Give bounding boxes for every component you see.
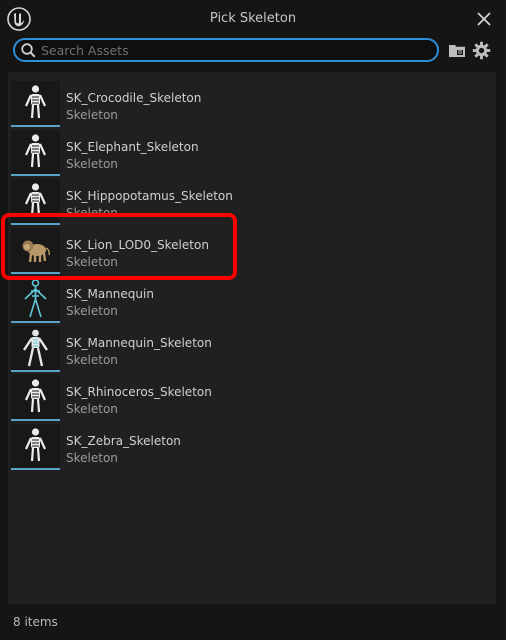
asset-type: Skeleton bbox=[66, 304, 118, 318]
skeleton-figure-icon bbox=[24, 379, 47, 413]
asset-type: Skeleton bbox=[66, 157, 118, 171]
asset-row-sk-lion-lod0-skeleton[interactable]: SK_Lion_LOD0_Skeleton Skeleton bbox=[8, 225, 496, 274]
asset-thumbnail bbox=[11, 375, 60, 421]
window-title: Pick Skeleton bbox=[209, 11, 297, 26]
asset-name: SK_Rhinoceros_Skeleton bbox=[66, 385, 212, 399]
asset-thumbnail bbox=[11, 179, 60, 225]
close-icon[interactable] bbox=[476, 11, 492, 27]
asset-row-sk-hippopotamus-skeleton[interactable]: SK_Hippopotamus_Skeleton Skeleton bbox=[8, 176, 496, 225]
search-icon bbox=[21, 43, 36, 58]
asset-type: Skeleton bbox=[66, 108, 118, 122]
asset-name: SK_Mannequin bbox=[66, 287, 154, 301]
gear-icon[interactable] bbox=[472, 41, 491, 60]
folder-filter-icon[interactable] bbox=[448, 43, 466, 58]
item-count: 8 items bbox=[13, 615, 58, 629]
asset-name: SK_Elephant_Skeleton bbox=[66, 140, 199, 154]
asset-name: SK_Hippopotamus_Skeleton bbox=[66, 189, 233, 203]
asset-row-sk-zebra-skeleton[interactable]: SK_Zebra_Skeleton Skeleton bbox=[8, 421, 496, 470]
title-bar: Pick Skeleton bbox=[0, 0, 506, 38]
skeleton-figure-icon bbox=[24, 183, 47, 217]
asset-thumbnail bbox=[11, 326, 60, 372]
asset-thumbnail bbox=[11, 130, 60, 176]
skeleton-figure-icon bbox=[24, 85, 47, 119]
asset-list: SK_Crocodile_Skeleton Skeleton SK_Elepha… bbox=[8, 72, 496, 604]
mannequin-wireframe-preview bbox=[24, 279, 47, 318]
asset-row-sk-elephant-skeleton[interactable]: SK_Elephant_Skeleton Skeleton bbox=[8, 127, 496, 176]
asset-type: Skeleton bbox=[66, 206, 118, 220]
asset-type: Skeleton bbox=[66, 402, 118, 416]
pick-skeleton-dialog: Pick Skeleton Search Assets SK_Crocodile… bbox=[0, 0, 506, 640]
search-input[interactable] bbox=[41, 41, 421, 59]
asset-thumbnail bbox=[11, 277, 60, 323]
asset-name: SK_Lion_LOD0_Skeleton bbox=[66, 238, 209, 252]
mannequin-model-preview bbox=[23, 329, 48, 367]
asset-name: SK_Crocodile_Skeleton bbox=[66, 91, 202, 105]
skeleton-figure-icon bbox=[24, 134, 47, 168]
asset-type: Skeleton bbox=[66, 353, 118, 367]
asset-row-sk-crocodile-skeleton[interactable]: SK_Crocodile_Skeleton Skeleton bbox=[8, 78, 496, 127]
asset-thumbnail bbox=[11, 81, 60, 127]
asset-row-sk-mannequin[interactable]: SK_Mannequin Skeleton bbox=[8, 274, 496, 323]
asset-thumbnail bbox=[11, 228, 60, 274]
lion-model-preview bbox=[22, 240, 50, 263]
asset-type: Skeleton bbox=[66, 451, 118, 465]
asset-row-sk-rhinoceros-skeleton[interactable]: SK_Rhinoceros_Skeleton Skeleton bbox=[8, 372, 496, 421]
asset-thumbnail bbox=[11, 424, 60, 470]
asset-type: Skeleton bbox=[66, 255, 118, 269]
asset-name: SK_Zebra_Skeleton bbox=[66, 434, 181, 448]
toolbar bbox=[0, 38, 506, 64]
search-box[interactable] bbox=[13, 38, 439, 62]
asset-name: SK_Mannequin_Skeleton bbox=[66, 336, 212, 350]
asset-row-sk-mannequin-skeleton[interactable]: SK_Mannequin_Skeleton Skeleton bbox=[8, 323, 496, 372]
skeleton-figure-icon bbox=[24, 428, 47, 462]
